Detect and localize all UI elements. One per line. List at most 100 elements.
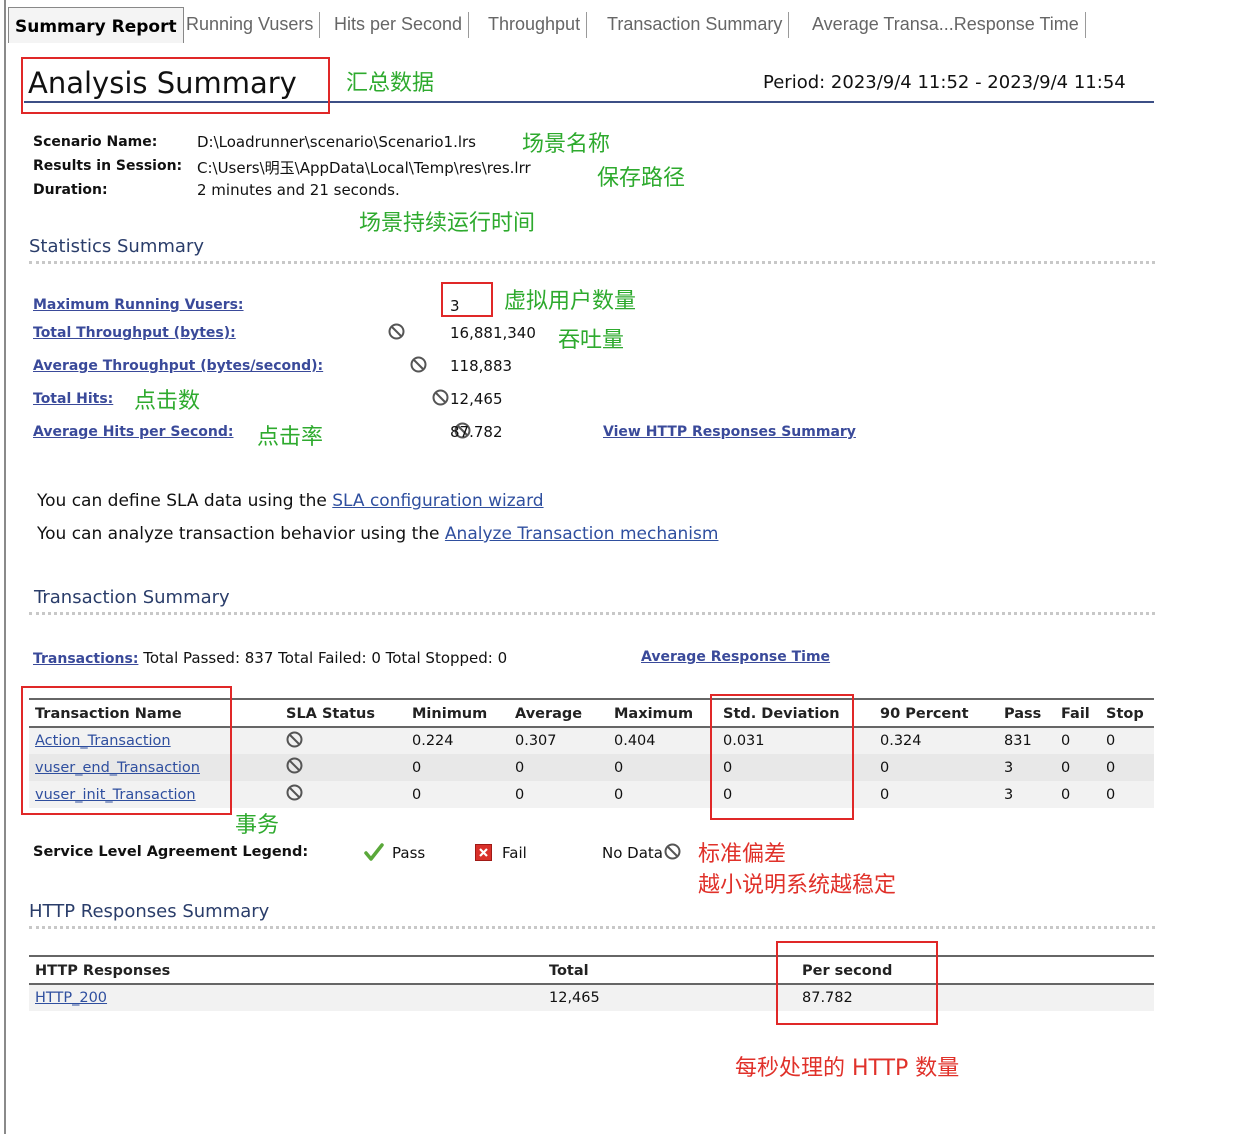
cell-90-percent: 0	[874, 781, 998, 808]
col-http-responses: HTTP Responses	[35, 962, 171, 979]
cell-stop: 0	[1100, 781, 1154, 808]
annotation-std-line-1: 标准偏差	[698, 842, 787, 867]
total-hits-value: 12,465	[450, 390, 503, 408]
cell-pass: 831	[998, 727, 1055, 754]
cell-average: 0	[509, 754, 608, 781]
tab-throughput[interactable]: Throughput	[484, 9, 588, 41]
cell-total: 12,465	[543, 984, 796, 1011]
http-table-header: HTTP Responses Total Per second	[29, 958, 1154, 984]
annotation-throughput: 吞吐量	[558, 328, 625, 353]
avg-hits-per-second-link[interactable]: Average Hits per Second:	[33, 424, 234, 440]
pass-check-icon	[364, 842, 384, 866]
legend-nodata-label: No Data	[602, 844, 663, 862]
annotation-duration: 场景持续运行时间	[359, 211, 536, 236]
transaction-totals: Total Passed: 837 Total Failed: 0 Total …	[143, 649, 508, 667]
highlight-box-transaction-name	[21, 686, 232, 815]
annotation-save-path: 保存路径	[597, 166, 686, 191]
statistics-divider	[29, 261, 1155, 264]
highlight-box-title	[21, 57, 330, 114]
avg-throughput-link[interactable]: Average Throughput (bytes/second):	[33, 358, 323, 374]
sla-line-1-text: You can define SLA data using the	[37, 491, 327, 511]
col-pass: Pass	[1004, 705, 1042, 722]
cell-fail: 0	[1055, 781, 1100, 808]
statistics-summary-title: Statistics Summary	[29, 236, 204, 257]
cell-average: 0	[509, 781, 608, 808]
highlight-box-std-deviation	[710, 694, 854, 820]
legend-pass-label: Pass	[392, 844, 426, 862]
col-maximum: Maximum	[614, 705, 694, 722]
annotation-hits: 点击数	[134, 389, 201, 414]
annotation-scenario-name: 场景名称	[522, 132, 611, 157]
period-text: Period: 2023/9/4 11:52 - 2023/9/4 11:54	[763, 72, 1126, 93]
cell-fail: 0	[1055, 727, 1100, 754]
cell-average: 0.307	[509, 727, 608, 754]
tab-running-vusers[interactable]: Running Vusers	[182, 9, 321, 41]
cell-maximum: 0	[608, 781, 717, 808]
cell-maximum: 0.404	[608, 727, 717, 754]
tab-summary-report[interactable]: Summary Report	[8, 7, 184, 43]
transaction-divider	[29, 612, 1155, 615]
no-data-icon	[286, 784, 303, 801]
tab-transaction-summary[interactable]: Transaction Summary	[603, 9, 790, 41]
highlight-box-vusers	[441, 282, 493, 317]
annotation-vusers: 虚拟用户数量	[504, 289, 637, 314]
duration-value: 2 minutes and 21 seconds.	[197, 181, 400, 199]
table-row: HTTP_200 12,465 87.782	[29, 984, 1154, 1011]
view-http-responses-link[interactable]: View HTTP Responses Summary	[603, 424, 856, 440]
tab-hits-per-second[interactable]: Hits per Second	[330, 9, 470, 41]
no-data-icon	[388, 323, 405, 340]
annotation-std-line-2: 越小说明系统越稳定	[698, 873, 897, 898]
http-responses-summary-title: HTTP Responses Summary	[29, 901, 270, 922]
sla-configuration-wizard-link[interactable]: SLA configuration wizard	[332, 491, 543, 511]
annotation-http-per-second: 每秒处理的 HTTP 数量	[735, 1056, 960, 1081]
fail-x-icon	[475, 844, 492, 861]
no-data-icon	[664, 843, 681, 860]
analyze-transaction-link[interactable]: Analyze Transaction mechanism	[445, 524, 719, 544]
cell-stop: 0	[1100, 727, 1154, 754]
col-fail: Fail	[1061, 705, 1090, 722]
col-average: Average	[515, 705, 583, 722]
http-table-top-rule	[29, 955, 1154, 957]
results-session-value: C:\Users\明玉\AppData\Local\Temp\res\res.l…	[197, 159, 531, 177]
transaction-totals-line: Transactions: Total Passed: 837 Total Fa…	[33, 649, 507, 667]
cell-pass: 3	[998, 781, 1055, 808]
col-minimum: Minimum	[412, 705, 488, 722]
col-90-percent: 90 Percent	[880, 705, 969, 722]
sla-line-1: You can define SLA data using the SLA co…	[37, 491, 544, 511]
avg-throughput-value: 118,883	[450, 357, 513, 375]
sla-legend-label: Service Level Agreement Legend:	[33, 844, 309, 860]
tab-average-transaction-response-time[interactable]: Average Transa...Response Time	[808, 9, 1086, 41]
annotation-transaction: 事务	[235, 813, 280, 838]
cell-fail: 0	[1055, 754, 1100, 781]
legend-fail-label: Fail	[502, 844, 527, 862]
cell-minimum: 0	[406, 754, 509, 781]
transactions-link[interactable]: Transactions:	[33, 651, 138, 667]
cell-maximum: 0	[608, 754, 717, 781]
total-throughput-value: 16,881,340	[450, 324, 536, 342]
duration-label: Duration:	[33, 182, 108, 198]
transaction-summary-title: Transaction Summary	[34, 587, 230, 608]
highlight-box-per-second	[776, 941, 938, 1025]
http-divider	[29, 926, 1155, 929]
no-data-icon	[410, 356, 427, 373]
col-total: Total	[549, 962, 589, 979]
cell-stop: 0	[1100, 754, 1154, 781]
col-sla-status: SLA Status	[286, 705, 375, 722]
average-response-time-link[interactable]: Average Response Time	[641, 649, 830, 665]
http-200-link[interactable]: HTTP_200	[35, 990, 107, 1006]
sla-line-2-text: You can analyze transaction behavior usi…	[37, 524, 440, 544]
http-table: HTTP Responses Total Per second HTTP_200…	[29, 958, 1154, 1011]
no-data-icon	[286, 731, 303, 748]
total-hits-link[interactable]: Total Hits:	[33, 391, 113, 407]
max-running-vusers-link[interactable]: Maximum Running Vusers:	[33, 297, 244, 313]
no-data-icon	[286, 757, 303, 774]
cell-minimum: 0	[406, 781, 509, 808]
col-stop: Stop	[1106, 705, 1144, 722]
cell-90-percent: 0.324	[874, 727, 998, 754]
results-session-label: Results in Session:	[33, 158, 183, 174]
annotation-hits-rate: 点击率	[257, 425, 324, 450]
tab-bar: Summary Report Running Vusers Hits per S…	[6, 5, 1247, 43]
cell-pass: 3	[998, 754, 1055, 781]
total-throughput-link[interactable]: Total Throughput (bytes):	[33, 325, 236, 341]
cell-90-percent: 0	[874, 754, 998, 781]
